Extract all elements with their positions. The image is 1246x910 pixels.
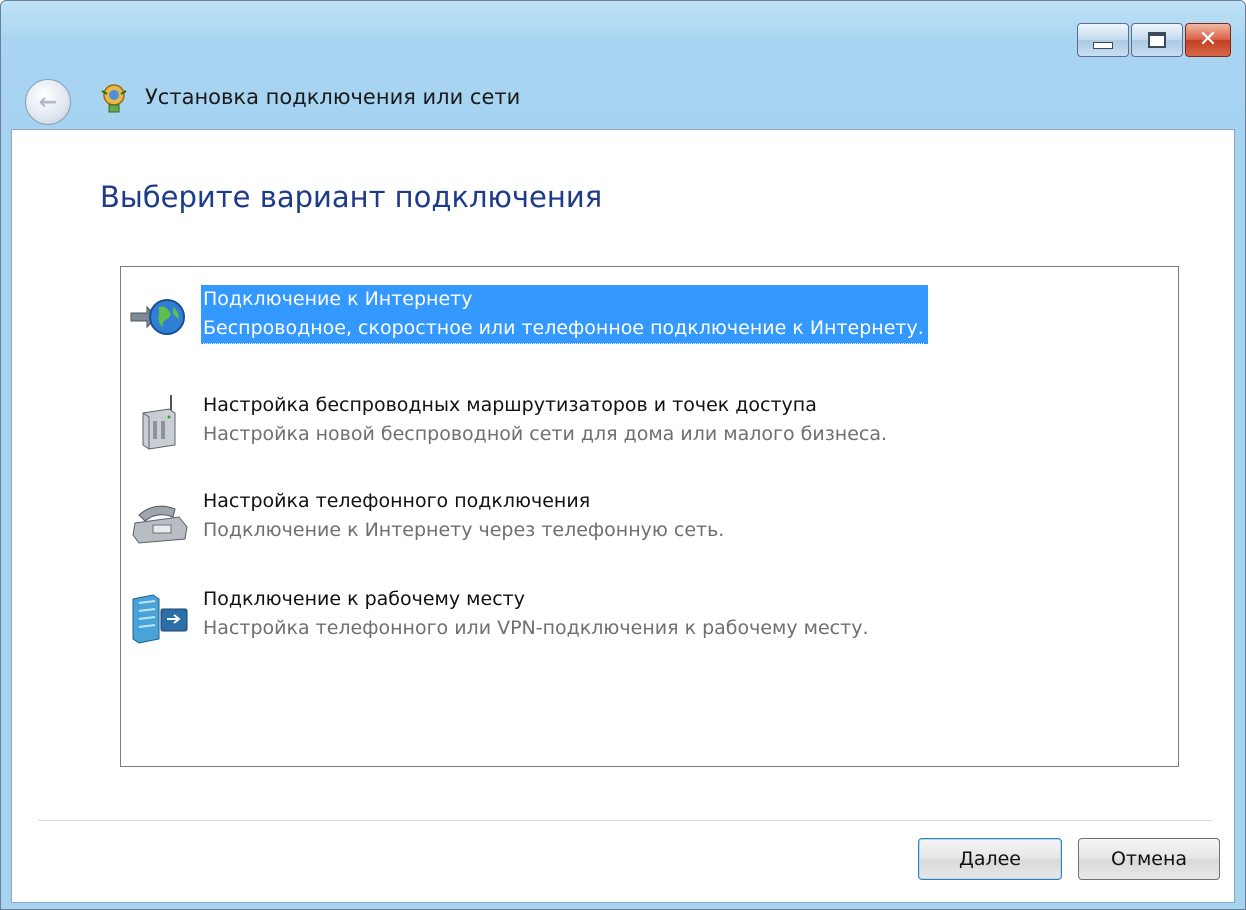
back-button[interactable]: ←	[25, 79, 71, 125]
option-description: Настройка телефонного или VPN-подключени…	[203, 617, 869, 639]
option-workplace[interactable]: Подключение к рабочему месту Настройка т…	[129, 585, 1169, 655]
close-icon: ✕	[1198, 27, 1218, 52]
maximize-button[interactable]	[1131, 23, 1183, 57]
option-title: Настройка беспроводных маршрутизаторов и…	[203, 394, 817, 416]
next-accelerator: Д	[958, 848, 974, 870]
option-description: Беспроводное, скоростное или телефонное …	[203, 314, 924, 344]
option-title: Настройка телефонного подключения	[203, 490, 591, 512]
option-text: Настройка телефонного подключения Подклю…	[203, 487, 724, 545]
minimize-icon	[1093, 41, 1113, 49]
page-heading: Выберите вариант подключения	[100, 180, 603, 214]
next-label: алее	[973, 848, 1021, 870]
workplace-network-icon	[132, 594, 188, 644]
option-text: Подключение к рабочему месту Настройка т…	[203, 585, 868, 643]
wizard-window: ✕ ← Установка подключения или сети Выбер…	[0, 0, 1246, 910]
minimize-button[interactable]	[1077, 23, 1129, 57]
back-arrow-icon: ←	[38, 89, 58, 115]
option-text: Настройка беспроводных маршрутизаторов и…	[203, 391, 887, 449]
option-title: Подключение к рабочему месту	[203, 588, 525, 610]
option-text: Подключение к Интернету Беспроводное, ск…	[201, 285, 928, 344]
option-wireless-router[interactable]: Настройка беспроводных маршрутизаторов и…	[129, 391, 1169, 461]
next-button[interactable]: Далее	[918, 838, 1062, 880]
option-description: Настройка новой беспроводной сети для до…	[203, 423, 888, 445]
option-title: Подключение к Интернету	[203, 288, 473, 310]
maximize-icon	[1148, 32, 1166, 48]
option-description: Подключение к Интернету через телефонную…	[203, 519, 725, 541]
wizard-content: Выберите вариант подключения Подключение…	[11, 129, 1235, 903]
option-internet[interactable]: Подключение к Интернету Беспроводное, ск…	[129, 285, 1169, 355]
globe-connect-icon	[130, 299, 185, 335]
telephone-icon	[132, 505, 188, 544]
close-button[interactable]: ✕	[1185, 23, 1231, 57]
caption-buttons: ✕	[1077, 23, 1231, 57]
wireless-router-icon	[142, 395, 176, 450]
cancel-button[interactable]: Отмена	[1078, 838, 1220, 880]
network-setup-icon	[101, 84, 127, 113]
window-title: Установка подключения или сети	[145, 85, 521, 109]
footer-divider	[38, 820, 1212, 821]
option-dialup[interactable]: Настройка телефонного подключения Подклю…	[129, 487, 1169, 557]
connection-options-list: Подключение к Интернету Беспроводное, ск…	[120, 266, 1179, 767]
